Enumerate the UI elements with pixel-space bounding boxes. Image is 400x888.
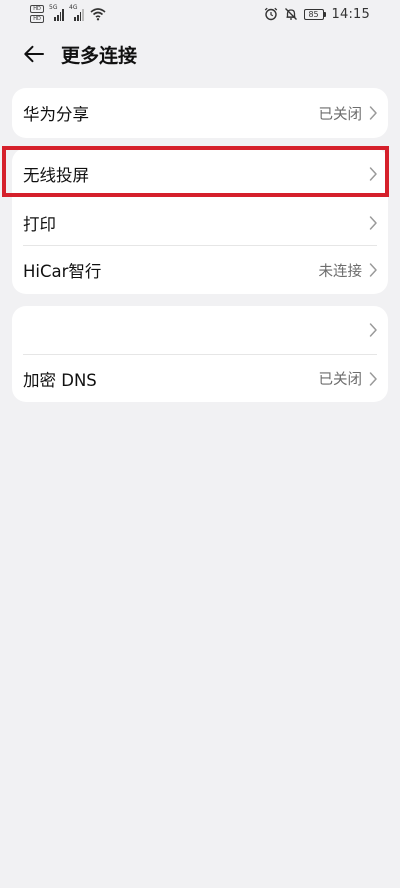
signal-icon-secondary: 4G [69, 4, 84, 21]
row-status: 已关闭 [318, 106, 363, 123]
status-bar: HD HD 5G 4G 85 14:15 [0, 0, 400, 28]
row-label: 加密 DNS [23, 370, 97, 390]
chevron-right-icon [369, 215, 377, 230]
row-wireless-projection[interactable]: 无线投屏 [12, 148, 388, 199]
back-arrow-icon [24, 45, 44, 63]
status-bar-right: 85 14:15 [264, 5, 370, 23]
alarm-icon [264, 7, 277, 21]
chevron-right-icon [369, 166, 377, 181]
chevron-right-icon [369, 263, 377, 277]
row-label: 打印 [23, 214, 56, 234]
card-connections: 无线投屏 打印 HiCar智行 未连接 [12, 148, 388, 294]
screen: HD HD 5G 4G 85 14:15 更多连接 华为分享 已关闭 无线投屏 … [0, 0, 400, 888]
signal-icon: 5G [49, 4, 64, 21]
card-huawei-share: 华为分享 已关闭 [12, 88, 388, 138]
page-title: 更多连接 [61, 45, 138, 67]
battery-icon: 85 [303, 8, 326, 20]
back-button[interactable] [20, 40, 48, 68]
sim2-generation-label: 4G [69, 4, 78, 11]
row-print[interactable]: 打印 [12, 199, 388, 246]
hd-top-label: HD [30, 5, 44, 13]
hd-bottom-label: HD [30, 15, 44, 23]
chevron-right-icon [369, 371, 377, 386]
row-status: 未连接 [318, 263, 363, 280]
row-huawei-share[interactable]: 华为分享 已关闭 [12, 88, 388, 138]
wifi-icon [90, 8, 106, 21]
chevron-right-icon [369, 323, 377, 337]
battery-level: 85 [303, 8, 324, 20]
row-encrypted-dns[interactable]: 加密 DNS 已关闭 [12, 355, 388, 402]
row-label: HiCar智行 [23, 262, 102, 281]
sim1-generation-label: 5G [49, 4, 58, 11]
chevron-right-icon [369, 106, 377, 120]
row-unlabeled[interactable] [12, 306, 388, 354]
hd-icon: HD HD [30, 5, 44, 23]
row-status: 已关闭 [318, 372, 363, 388]
row-label: 华为分享 [23, 105, 89, 124]
status-bar-left: HD HD 5G 4G [30, 4, 106, 24]
row-label: 无线投屏 [23, 165, 89, 185]
card-network: 加密 DNS 已关闭 [12, 306, 388, 402]
header: 更多连接 [0, 36, 400, 72]
clock: 14:15 [331, 6, 370, 22]
mute-icon [284, 8, 297, 20]
row-hicar[interactable]: HiCar智行 未连接 [12, 246, 388, 294]
